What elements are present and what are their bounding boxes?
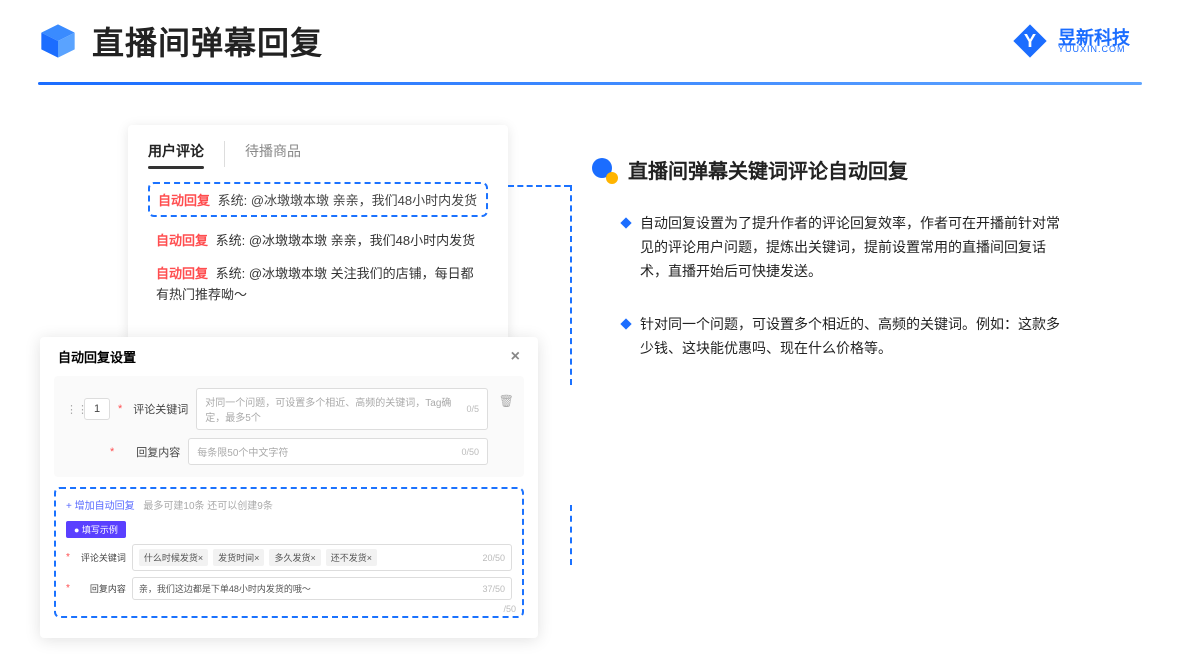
auto-reply-settings-modal: 自动回复设置 × 🗑 ⋮⋮ 1 * 评论关键词 对同一个问题，可设置多个相近、高… [40,337,538,638]
reply-line: 自动回复 系统: @冰墩墩本墩 关注我们的店铺，每日都有热门推荐呦～ [148,258,488,312]
auto-reply-tag: 自动回复 [158,193,210,208]
keyword-tag[interactable]: 多久发货× [269,549,320,566]
bullet-text: 自动回复设置为了提升作者的评论回复效率，作者可在开播前针对常见的评论用户问题，提… [640,212,1062,283]
reply-text: 系统: @冰墩墩本墩 亲亲，我们48小时内发货 [212,233,475,248]
example-content-input[interactable]: 亲，我们这边都是下单48小时内发货的哦～ 37/50 [132,577,512,600]
screenshot-preview: 用户评论 待播商品 自动回复 系统: @冰墩墩本墩 亲亲，我们48小时内发货 自… [40,125,540,605]
brand-block: Y 昱新科技 YUUXIN.COM [1010,21,1130,61]
example-button[interactable]: ● 填写示例 [66,521,126,538]
keyword-tag[interactable]: 还不发货× [326,549,377,566]
example-panel: + 增加自动回复 最多可建10条 还可以创建9条 ● 填写示例 * 评论关键词 … [54,487,524,618]
example-keyword-input[interactable]: 什么时候发货× 发货时间× 多久发货× 还不发货× 20/50 [132,544,512,571]
comments-tabs: 用户评论 待播商品 [148,141,488,168]
reply-line: 自动回复 系统: @冰墩墩本墩 亲亲，我们48小时内发货 [148,225,488,258]
bullet-point: 自动回复设置为了提升作者的评论回复效率，作者可在开播前针对常见的评论用户问题，提… [622,212,1062,283]
highlighted-reply: 自动回复 系统: @冰墩墩本墩 亲亲，我们48小时内发货 [148,182,488,217]
description-column: 直播间弹幕关键词评论自动回复 自动回复设置为了提升作者的评论回复效率，作者可在开… [590,125,1140,605]
keyword-tag[interactable]: 什么时候发货× [139,549,208,566]
content-counter: 0/50 [461,447,479,457]
keyword-input[interactable]: 对同一个问题，可设置多个相近、高频的关键词，Tag确定，最多5个 0/5 [196,388,488,430]
drag-handle-icon[interactable]: ⋮⋮ [66,403,76,416]
reply-text: 系统: @冰墩墩本墩 亲亲，我们48小时内发货 [214,193,477,208]
rule-form-block: 🗑 ⋮⋮ 1 * 评论关键词 对同一个问题，可设置多个相近、高频的关键词，Tag… [54,376,524,477]
example-content-counter: 37/50 [482,584,505,594]
brand-logo-icon: Y [1010,21,1050,61]
comments-card: 用户评论 待播商品 自动回复 系统: @冰墩墩本墩 亲亲，我们48小时内发货 自… [128,125,508,343]
outer-counter: /50 [503,604,516,614]
keyword-tag[interactable]: 发货时间× [213,549,264,566]
svg-text:Y: Y [1024,30,1036,51]
bullet-point: 针对同一个问题，可设置多个相近的、高频的关键词。例如：这款多少钱、这块能优惠吗、… [622,313,1062,361]
bullet-text: 针对同一个问题，可设置多个相近的、高频的关键词。例如：这款多少钱、这块能优惠吗、… [640,313,1062,361]
tab-user-comments[interactable]: 用户评论 [148,141,204,167]
tab-pending-goods[interactable]: 待播商品 [224,141,301,167]
add-hint: 最多可建10条 还可以创建9条 [143,501,272,512]
page-title: 直播间弹幕回复 [92,18,323,64]
keyword-label: 评论关键词 [130,401,188,417]
modal-title: 自动回复设置 [58,347,136,366]
keyword-counter: 0/5 [466,404,479,414]
diamond-icon [620,217,631,228]
add-auto-reply-link[interactable]: + 增加自动回复 [66,501,135,512]
example-content-label: 回复内容 [76,582,126,595]
brand-sub: YUUXIN.COM [1058,45,1130,54]
section-title: 直播间弹幕关键词评论自动回复 [628,155,908,184]
connector-line [570,185,572,385]
example-keyword-counter: 20/50 [482,553,505,563]
bubble-icon [590,156,618,184]
cube-icon [38,21,78,61]
rule-index: 1 [84,398,110,420]
delete-icon[interactable]: 🗑 [499,394,514,408]
close-icon[interactable]: × [511,348,520,366]
example-keyword-label: 评论关键词 [76,551,126,564]
auto-reply-tag: 自动回复 [156,233,208,248]
content-label: 回复内容 [122,444,180,460]
diamond-icon [620,319,631,330]
page-header: 直播间弹幕回复 Y 昱新科技 YUUXIN.COM [0,0,1180,64]
header-left: 直播间弹幕回复 [38,18,323,64]
connector-line [508,185,570,187]
connector-line [570,505,572,565]
auto-reply-tag: 自动回复 [156,266,208,281]
content-input[interactable]: 每条限50个中文字符 0/50 [188,438,488,465]
